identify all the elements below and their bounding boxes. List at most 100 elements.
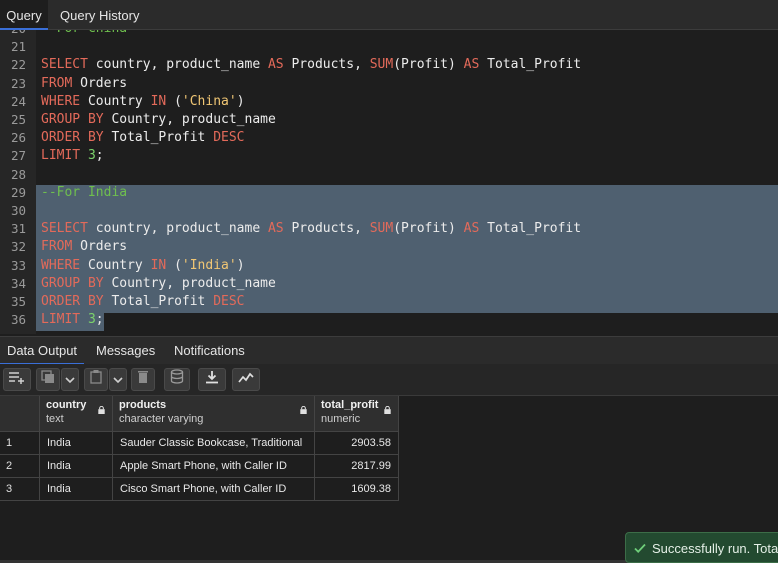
code-text[interactable]: --For India [41,184,127,202]
code-token: SUM [369,57,394,73]
code-token: --For China [41,30,127,36]
save-data-button[interactable] [164,368,190,391]
code-token: Country, product_name [103,275,276,291]
code-line[interactable]: 28 [0,166,778,184]
code-text[interactable]: LIMIT 3; [41,147,104,165]
code-token: AS [267,221,284,237]
code-line[interactable]: 24 WHERE Country IN ('China') [0,93,778,111]
cell-country[interactable]: India [40,455,113,478]
download-button[interactable] [198,368,226,391]
column-name: country [46,399,87,411]
code-text[interactable]: FROM Orders [41,75,127,93]
code-token: ( [166,257,182,273]
row-number[interactable]: 1 [0,432,40,455]
code-line[interactable]: 26 ORDER BY Total_Profit DESC [0,129,778,147]
code-token: FROM [41,239,73,255]
code-token: AS [463,57,480,73]
row-number-header [0,396,40,432]
code-text[interactable]: SELECT country, product_name AS Products… [41,56,581,74]
cell-country[interactable]: India [40,478,113,501]
code-text[interactable]: ORDER BY Total_Profit DESC [41,129,245,147]
tab-query-history[interactable]: Query History [60,0,139,30]
code-line[interactable]: 27 LIMIT 3; [0,147,778,165]
code-token: 'China' [181,93,237,109]
line-number: 26 [10,130,26,146]
code-line[interactable]: 23 FROM Orders [0,75,778,93]
copy-button[interactable] [36,368,60,391]
row-number[interactable]: 3 [0,478,40,501]
lock-icon [300,406,307,414]
graph-visualiser-button[interactable] [232,368,260,391]
code-text[interactable]: LIMIT 3; [41,311,104,329]
code-line[interactable]: 22 SELECT country, product_name AS Produc… [0,56,778,74]
code-token: GROUP BY [41,112,104,127]
code-line[interactable]: 20 --For China [0,30,778,38]
tab-query[interactable]: Query [0,0,48,30]
code-text[interactable]: WHERE Country IN ('China') [41,93,245,111]
column-header-products[interactable]: products character varying [113,396,315,432]
code-token: Country [80,93,151,109]
code-text[interactable]: GROUP BY Country, product_name [41,275,276,293]
paste-options-button[interactable] [109,368,127,391]
code-line[interactable]: 21 [0,38,778,56]
code-line[interactable]: 35 ORDER BY Total_Profit DESC [0,293,778,311]
row-number[interactable]: 2 [0,455,40,478]
code-text[interactable]: GROUP BY Country, product_name [41,111,276,129]
code-line[interactable]: 31 SELECT country, product_name AS Produc… [0,220,778,238]
add-row-button[interactable] [3,368,31,391]
line-number: 35 [10,294,26,309]
cell-country[interactable]: India [40,432,113,455]
line-number: 20 [0,30,26,38]
code-line[interactable]: 25 GROUP BY Country, product_name [0,111,778,129]
cell-total-profit[interactable]: 1609.38 [315,478,399,501]
code-token: Country, product_name [103,112,276,127]
column-header-country[interactable]: country text [40,396,113,432]
query-tab-bar: Query Query History [0,0,778,30]
code-token: ( [166,93,182,109]
code-token: country, product_name [87,221,268,237]
code-token: ) [236,257,245,273]
code-token: (Profit) [393,57,464,73]
code-line[interactable]: 36 LIMIT 3; [0,311,778,329]
tab-notifications[interactable]: Notifications [174,337,245,365]
code-line[interactable]: 32 FROM Orders [0,238,778,256]
cell-products[interactable]: Cisco Smart Phone, with Caller ID [113,478,315,501]
code-token: 'India' [181,257,237,273]
code-text[interactable]: --For China [41,30,127,38]
code-token: country, product_name [87,57,268,73]
tab-messages[interactable]: Messages [96,337,155,365]
cell-products[interactable]: Apple Smart Phone, with Caller ID [113,455,315,478]
sql-editor[interactable]: 20 --For China 21 22 SELECT country, product… [0,30,778,334]
code-token: SELECT [41,221,88,237]
code-text[interactable]: SELECT country, product_name AS Products… [41,220,581,238]
code-line[interactable]: 34 GROUP BY Country, product_name [0,275,778,293]
code-line[interactable]: 29 --For India [0,184,778,202]
copy-options-button[interactable] [61,368,79,391]
code-line[interactable]: 33 WHERE Country IN ('India') [0,257,778,275]
code-token: (Profit) [393,221,464,237]
delete-button[interactable] [131,368,155,391]
line-number: 23 [10,75,26,91]
code-token: LIMIT [41,148,81,164]
line-number: 24 [10,93,26,109]
code-token: 3 [87,148,96,164]
code-token: ORDER BY [41,130,104,146]
cell-products[interactable]: Sauder Classic Bookcase, Traditional [113,432,315,455]
line-number: 29 [10,184,26,200]
column-header-total-profit[interactable]: total_profit numeric [315,396,399,432]
code-text[interactable]: WHERE Country IN ('India') [41,257,245,275]
cell-total-profit[interactable]: 2817.99 [315,455,399,478]
success-toast[interactable]: Successfully run. Total [625,532,778,563]
code-text[interactable]: FROM Orders [41,238,127,256]
code-text[interactable]: ORDER BY Total_Profit DESC [41,293,245,311]
paste-button[interactable] [84,368,108,391]
line-number: 25 [10,112,26,127]
tab-data-output[interactable]: Data Output [0,337,84,365]
code-token: DESC [213,130,245,146]
cell-total-profit[interactable]: 2903.58 [315,432,399,455]
code-token: SUM [369,221,394,237]
code-token: DESC [213,294,245,309]
add-row-icon [9,372,24,384]
code-line[interactable]: 30 [0,202,778,220]
code-token: ; [95,312,104,328]
